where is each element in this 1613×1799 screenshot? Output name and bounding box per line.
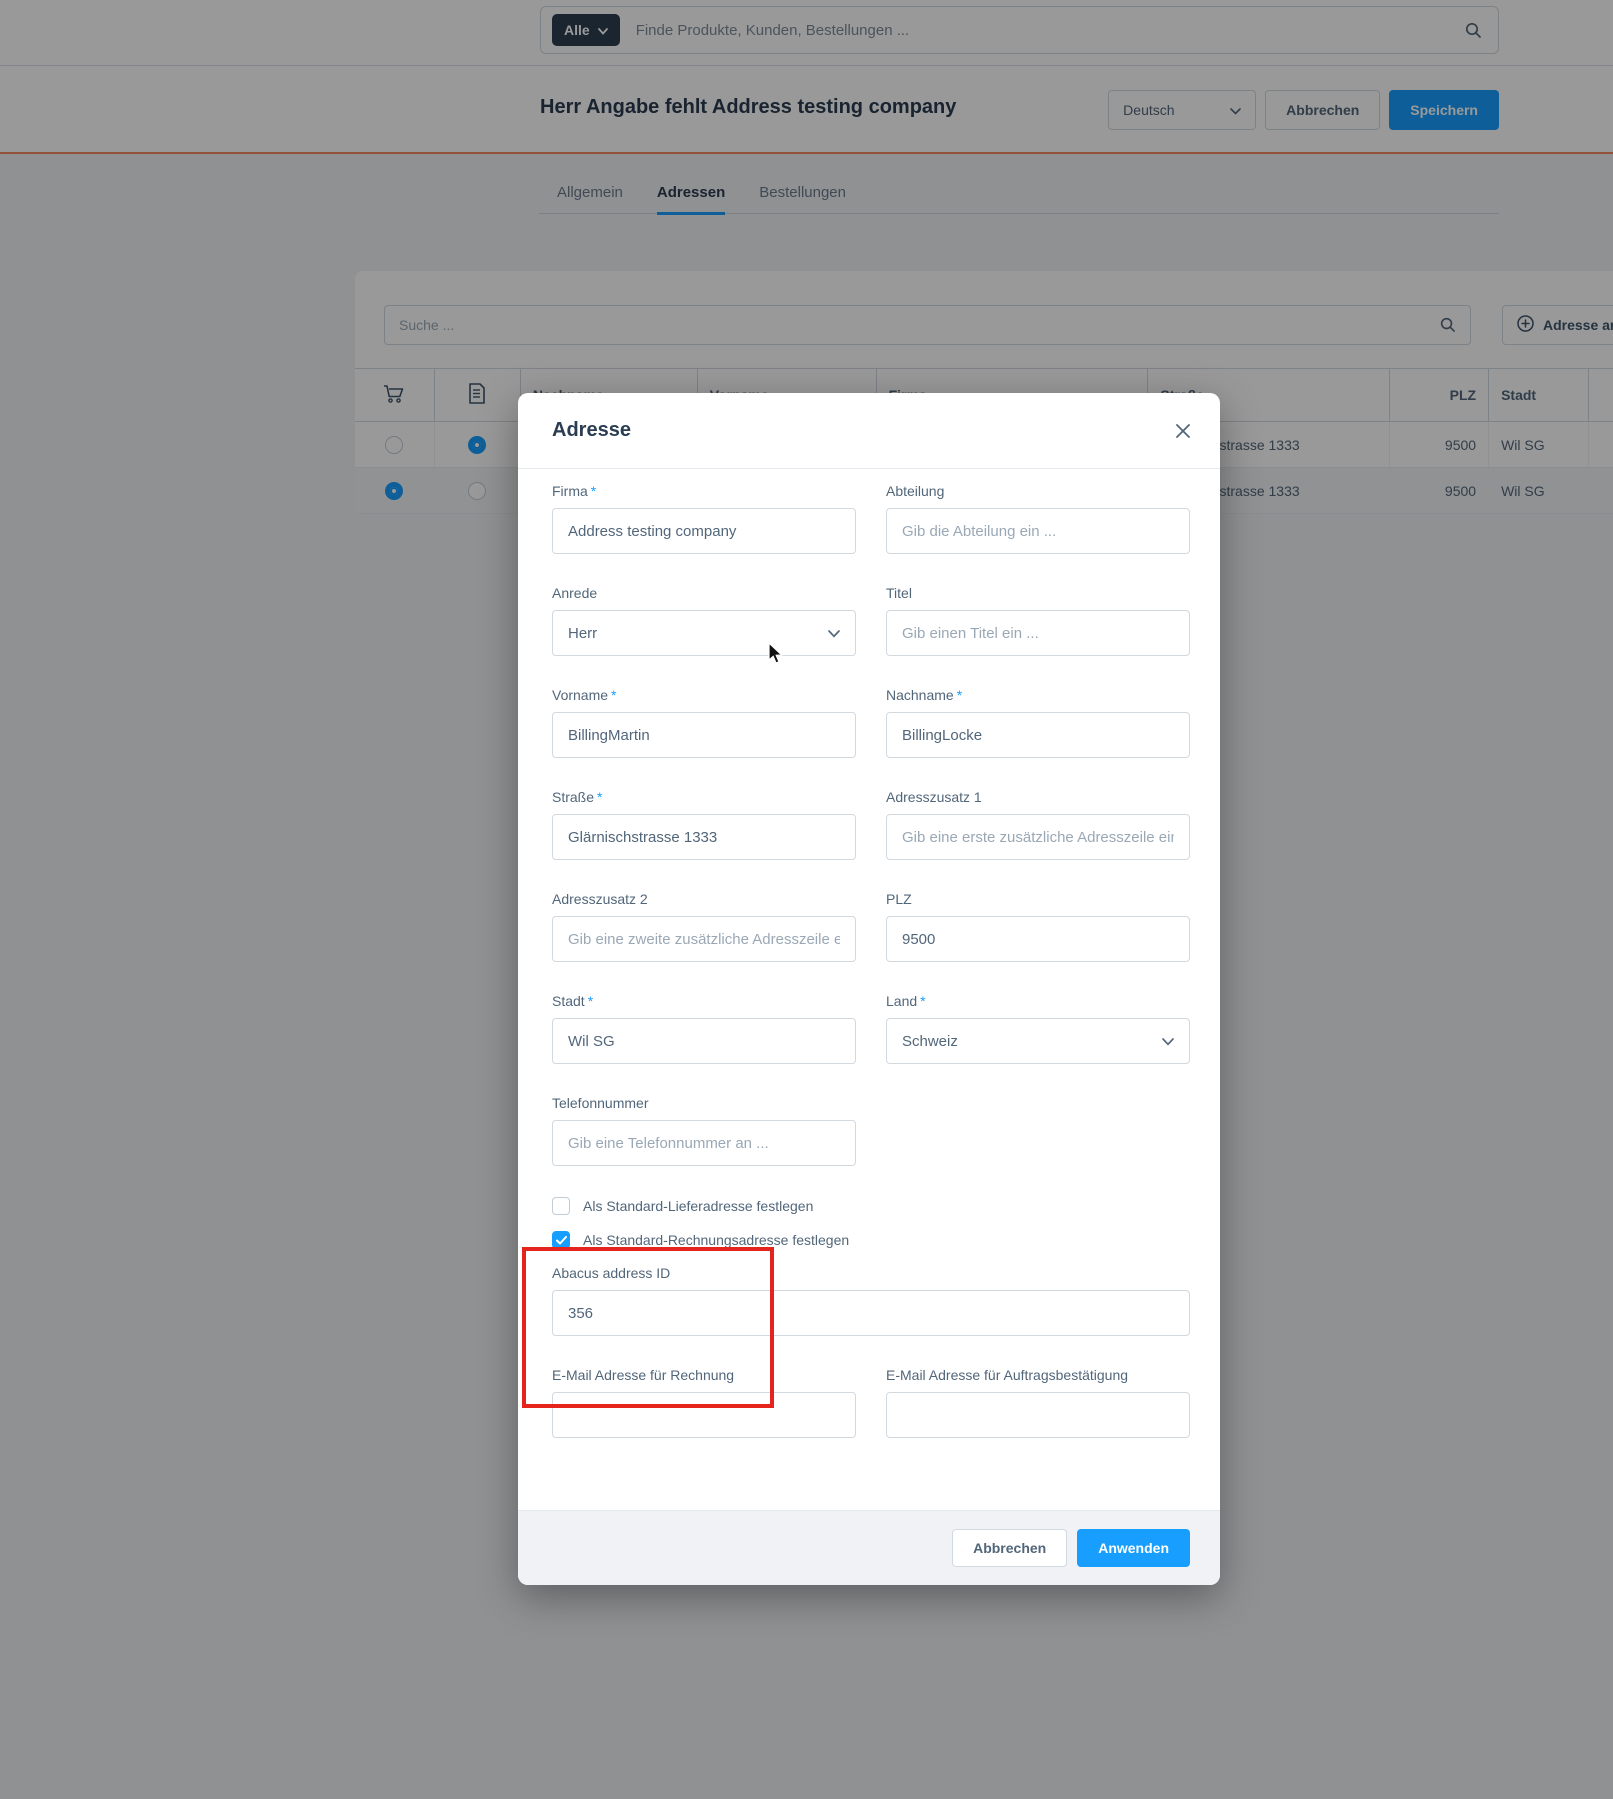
email-auftrag-label: E-Mail Adresse für Auftragsbestätigung — [886, 1367, 1129, 1383]
email-auftrag-input[interactable] — [886, 1392, 1190, 1438]
land-select-value: Schweiz — [902, 1032, 958, 1050]
check-icon — [555, 1235, 567, 1244]
firma-label: Firma * — [552, 483, 597, 499]
abteilung-input[interactable] — [886, 508, 1190, 554]
plz-label: PLZ — [886, 891, 912, 907]
required-marker: * — [611, 687, 617, 703]
chevron-down-icon — [828, 625, 840, 642]
abteilung-label: Abteilung — [886, 483, 945, 499]
abacus-address-id-label: Abacus address ID — [552, 1265, 671, 1281]
default-billing-checkbox[interactable] — [552, 1231, 570, 1249]
anrede-label: Anrede — [552, 585, 598, 601]
anrede-select-value: Herr — [568, 624, 598, 642]
screen: Alle Finde Produkte, Kunden, Bestellunge… — [0, 0, 1613, 1799]
strasse-label: Straße * — [552, 789, 603, 805]
strasse-input[interactable] — [552, 814, 856, 860]
anrede-select[interactable]: Herr — [552, 610, 856, 656]
stadt-input[interactable] — [552, 1018, 856, 1064]
vorname-input[interactable] — [552, 712, 856, 758]
default-shipping-checkbox[interactable] — [552, 1197, 570, 1215]
default-billing-checkbox-label: Als Standard-Rechnungsadresse festlegen — [583, 1232, 850, 1248]
vorname-label: Vorname * — [552, 687, 617, 703]
adresszusatz1-label: Adresszusatz 1 — [886, 789, 982, 805]
email-rechnung-label: E-Mail Adresse für Rechnung — [552, 1367, 735, 1383]
default-shipping-checkbox-label: Als Standard-Lieferadresse festlegen — [583, 1198, 814, 1214]
modal-title: Adresse — [552, 419, 631, 441]
chevron-down-icon — [1162, 1033, 1174, 1050]
modal-cancel-button[interactable]: Abbrechen — [952, 1529, 1068, 1567]
required-marker: * — [587, 993, 594, 1009]
modal-header: Adresse — [518, 393, 1220, 469]
adresszusatz1-input[interactable] — [886, 814, 1190, 860]
land-select[interactable]: Schweiz — [886, 1018, 1190, 1064]
abacus-address-id-input[interactable] — [552, 1290, 1190, 1336]
adresszusatz2-label: Adresszusatz 2 — [552, 891, 648, 907]
required-marker: * — [956, 687, 963, 703]
nachname-input[interactable] — [886, 712, 1190, 758]
email-rechnung-input[interactable] — [552, 1392, 856, 1438]
modal-body: Firma* Abteilung Anrede Herr — [518, 469, 1220, 1438]
land-label: Land * — [886, 993, 926, 1009]
firma-input[interactable] — [552, 508, 856, 554]
nachname-label: Nachname * — [886, 687, 963, 703]
required-marker: * — [590, 483, 597, 499]
telefon-label: Telefonnummer — [552, 1095, 649, 1111]
modal-footer: Abbrechen Anwenden — [518, 1510, 1220, 1585]
modal-apply-button[interactable]: Anwenden — [1077, 1529, 1190, 1567]
close-icon[interactable] — [1176, 423, 1190, 438]
address-modal: Adresse Firma* Abteilung Anrede — [518, 393, 1220, 1585]
titel-input[interactable] — [886, 610, 1190, 656]
required-marker: * — [920, 993, 926, 1009]
titel-label: Titel — [886, 585, 912, 601]
stadt-label: Stadt * — [552, 993, 594, 1009]
telefon-input[interactable] — [552, 1120, 856, 1166]
adresszusatz2-input[interactable] — [552, 916, 856, 962]
required-marker: * — [597, 789, 603, 805]
plz-input[interactable] — [886, 916, 1190, 962]
